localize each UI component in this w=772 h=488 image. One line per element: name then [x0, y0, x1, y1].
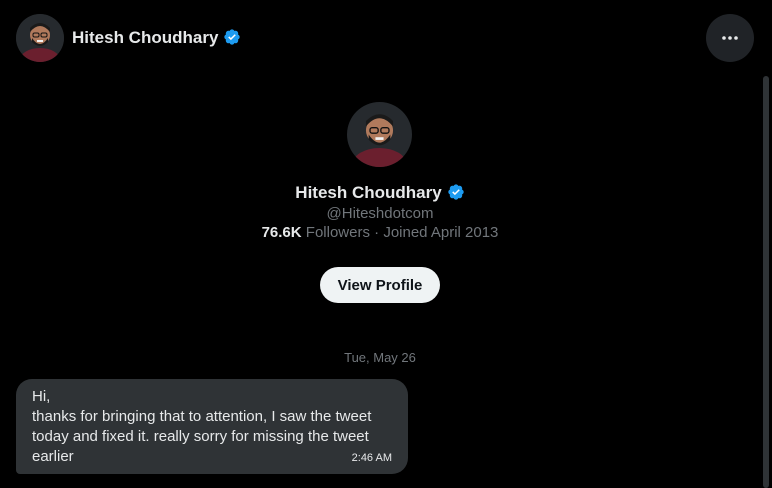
avatar-image: [16, 14, 64, 62]
verified-badge-icon: [448, 184, 464, 200]
more-options-button[interactable]: [706, 14, 754, 62]
message-line: Hi,: [32, 388, 51, 405]
verified-badge-icon: [224, 29, 241, 45]
scrollbar[interactable]: [763, 76, 769, 488]
joined-date: Joined April 2013: [383, 224, 499, 241]
date-separator: Tue, May 26: [344, 350, 416, 365]
conversation-header: Hitesh Choudhary: [0, 0, 772, 76]
profile-handle[interactable]: @Hiteshdotcom: [0, 204, 760, 224]
dm-conversation-page: Hitesh Choudhary Hitesh Choudhary @Hites…: [0, 0, 772, 488]
followers-label[interactable]: Followers: [306, 224, 370, 241]
meta-separator: ·: [374, 224, 380, 241]
followers-count[interactable]: 76.6K: [262, 224, 302, 241]
profile-avatar-image: [347, 102, 412, 167]
message-timestamp: 2:46 AM: [351, 452, 392, 464]
profile-name-text: Hitesh Choudhary: [295, 183, 442, 202]
header-name[interactable]: Hitesh Choudhary: [72, 27, 241, 49]
header-name-text: Hitesh Choudhary: [72, 28, 219, 47]
profile-name[interactable]: Hitesh Choudhary: [0, 182, 760, 204]
message-line: earlier: [32, 448, 74, 465]
more-options-icon: [722, 36, 738, 40]
avatar[interactable]: [16, 14, 64, 62]
message-bubble[interactable]: Hi, thanks for bringing that to attentio…: [16, 379, 408, 474]
profile-avatar[interactable]: [347, 102, 412, 167]
view-profile-button[interactable]: View Profile: [320, 267, 440, 303]
message-line: today and fixed it. really sorry for mis…: [32, 428, 369, 445]
message-line: thanks for bringing that to attention, I…: [32, 408, 372, 425]
profile-meta: 76.6K Followers · Joined April 2013: [0, 223, 760, 243]
